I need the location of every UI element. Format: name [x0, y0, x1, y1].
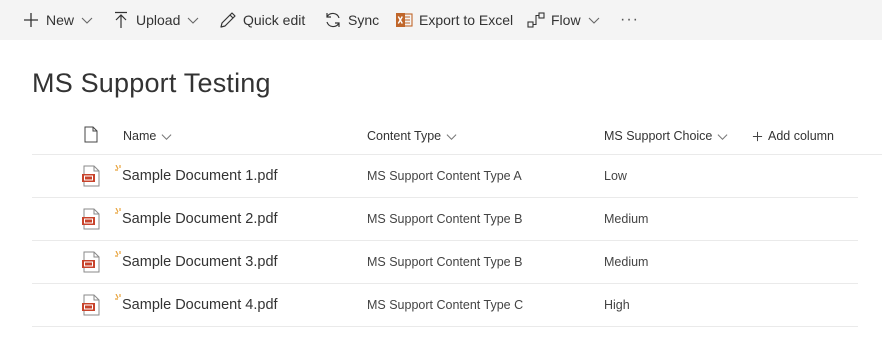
content-type-column-label: Content Type [367, 129, 442, 143]
export-to-excel-button-label: Export to Excel [419, 12, 514, 28]
chevron-down-icon [588, 14, 600, 26]
flow-button-label: Flow [551, 12, 581, 28]
content-type-cell: MS Support Content Type B [367, 211, 523, 226]
upload-button-label: Upload [136, 12, 181, 28]
command-bar: New Upload Quick edit Sync Export to Exc… [0, 0, 882, 40]
sync-icon [324, 11, 342, 29]
flow-icon [527, 11, 545, 29]
document-name-link[interactable]: Sample Document 3.pdf [122, 240, 278, 283]
add-column-label: Add column [768, 129, 835, 143]
pdf-file-icon [81, 208, 101, 230]
chevron-down-icon [187, 14, 199, 26]
name-column-header[interactable]: Name [123, 118, 172, 154]
upload-button[interactable]: Upload [112, 0, 199, 40]
plus-icon [752, 131, 763, 142]
chevron-down-icon [161, 131, 172, 142]
quick-edit-button[interactable]: Quick edit [219, 0, 305, 40]
upload-arrow-icon [112, 11, 130, 29]
list-header: Name Content Type MS Support Choice Add … [32, 118, 882, 155]
table-row[interactable]: Sample Document 4.pdf MS Support Content… [32, 283, 858, 327]
more-options-button[interactable]: ··· [620, 0, 639, 40]
page-title: MS Support Testing [32, 68, 271, 98]
ms-support-choice-column-header[interactable]: MS Support Choice [604, 118, 728, 154]
content-type-cell: MS Support Content Type C [367, 297, 524, 312]
excel-icon [395, 11, 413, 29]
ms-support-choice-column-label: MS Support Choice [604, 129, 713, 143]
chevron-down-icon [81, 14, 93, 26]
quick-edit-button-label: Quick edit [243, 12, 306, 28]
pdf-file-icon [81, 251, 101, 273]
ms-support-choice-cell: Low [604, 168, 627, 183]
export-to-excel-button[interactable]: Export to Excel [395, 0, 513, 40]
file-type-column-header[interactable] [84, 118, 98, 154]
content-type-cell: MS Support Content Type A [367, 168, 522, 183]
sync-button-label: Sync [348, 12, 380, 28]
more-icon: ··· [620, 11, 639, 28]
document-icon [84, 126, 98, 146]
new-button[interactable]: New [22, 0, 93, 40]
ms-support-choice-cell: Medium [604, 254, 649, 269]
ms-support-choice-cell: High [604, 297, 630, 312]
new-button-label: New [46, 12, 75, 28]
sync-button[interactable]: Sync [324, 0, 379, 40]
plus-icon [22, 11, 40, 29]
add-column-button[interactable]: Add column [752, 118, 834, 154]
name-column-label: Name [123, 129, 157, 143]
table-row[interactable]: Sample Document 3.pdf MS Support Content… [32, 240, 858, 284]
document-name-link[interactable]: Sample Document 4.pdf [122, 283, 278, 326]
content-type-cell: MS Support Content Type B [367, 254, 523, 269]
document-name-link[interactable]: Sample Document 1.pdf [122, 154, 278, 197]
ms-support-choice-cell: Medium [604, 211, 649, 226]
chevron-down-icon [717, 131, 728, 142]
pdf-file-icon [81, 165, 101, 187]
table-row[interactable]: Sample Document 1.pdf MS Support Content… [32, 154, 858, 198]
chevron-down-icon [446, 131, 457, 142]
table-row[interactable]: Sample Document 2.pdf MS Support Content… [32, 197, 858, 241]
pdf-file-icon [81, 294, 101, 316]
document-name-link[interactable]: Sample Document 2.pdf [122, 197, 278, 240]
pencil-icon [219, 11, 237, 29]
flow-button[interactable]: Flow [527, 0, 600, 40]
content-type-column-header[interactable]: Content Type [367, 118, 457, 154]
